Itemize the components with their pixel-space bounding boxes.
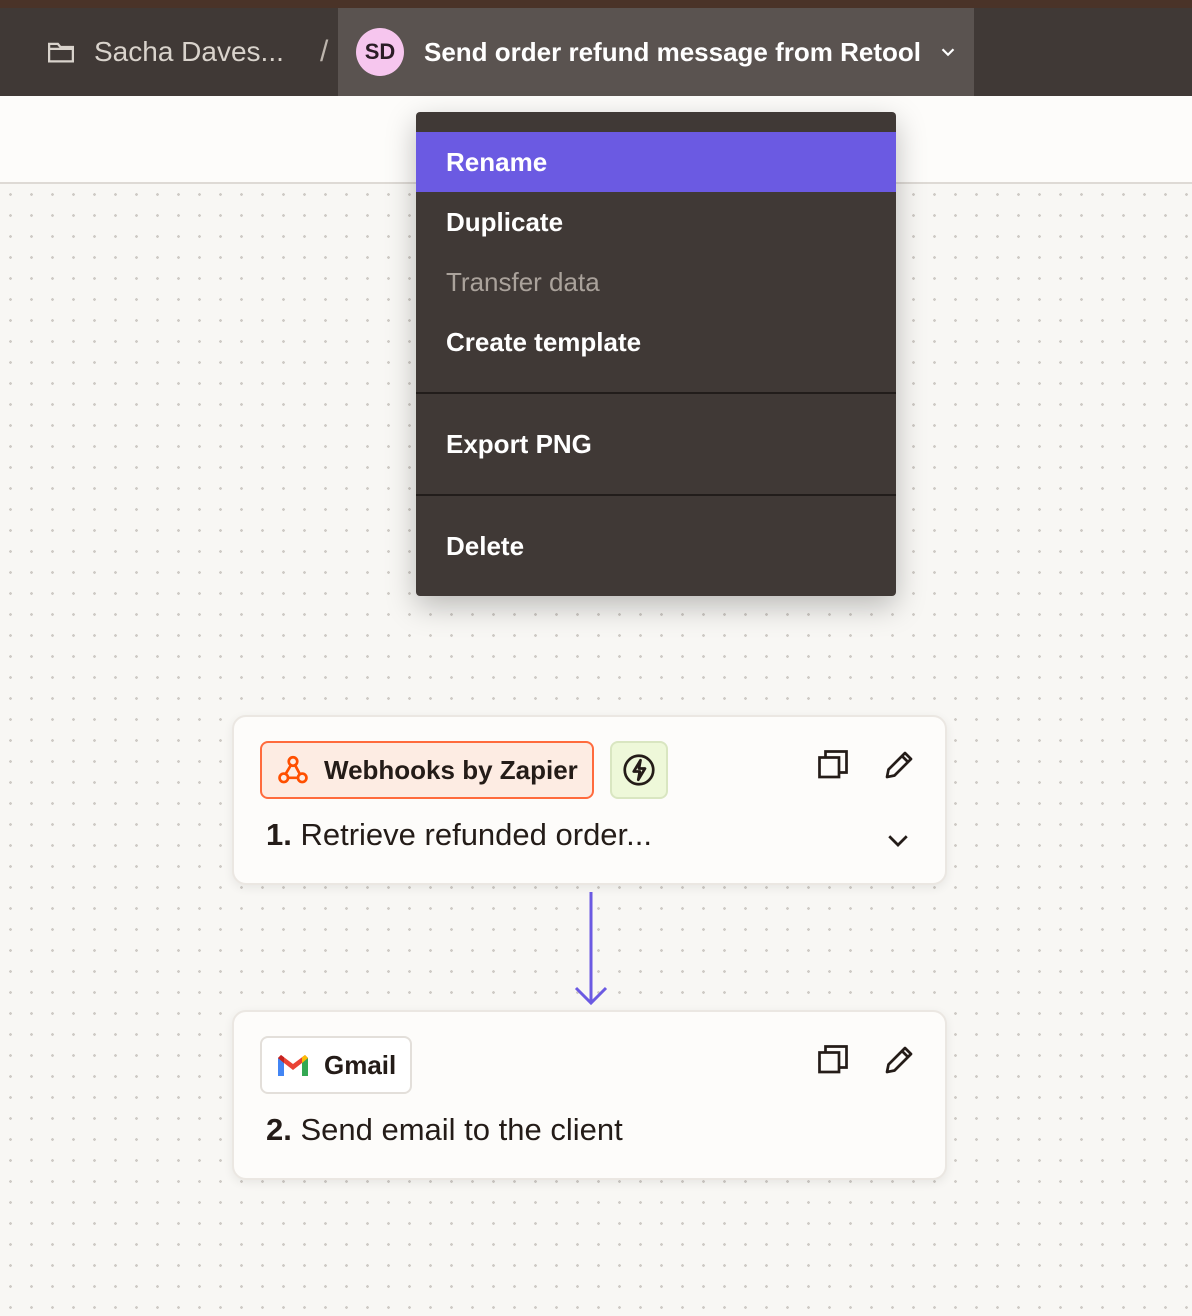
- app-badge-webhooks[interactable]: Webhooks by Zapier: [260, 741, 594, 799]
- step-title-text: Retrieve refunded order...: [300, 817, 653, 852]
- menu-divider: [416, 494, 896, 496]
- breadcrumb-folder-label: Sacha Daves...: [94, 36, 284, 67]
- zap-title-dropdown[interactable]: SD Send order refund message from Retool: [338, 8, 974, 96]
- step-card-2[interactable]: Gmail 2. Send email to the client: [232, 1010, 947, 1180]
- step-connector-arrow: [574, 892, 608, 1006]
- step-number: 1.: [266, 817, 301, 852]
- avatar: SD: [356, 28, 404, 76]
- menu-item-duplicate[interactable]: Duplicate: [416, 192, 896, 252]
- menu-item-delete[interactable]: Delete: [416, 516, 896, 576]
- app-name: Gmail: [324, 1049, 397, 1080]
- folder-icon: [48, 42, 74, 63]
- gmail-icon: [278, 1055, 308, 1076]
- breadcrumb-separator: /: [320, 35, 329, 68]
- menu-item-transfer-data: Transfer data: [446, 266, 600, 297]
- window-top-strip: [0, 0, 1192, 8]
- top-navigation-bar: Sacha Daves... / SD Send order refund me…: [0, 8, 1192, 96]
- menu-item-rename[interactable]: Rename: [416, 132, 896, 192]
- step-title: 2. Send email to the client: [266, 1112, 623, 1148]
- edit-pencil-icon[interactable]: [881, 747, 917, 783]
- menu-divider: [416, 392, 896, 394]
- chevron-down-icon: [941, 48, 955, 57]
- duplicate-icon[interactable]: [815, 747, 851, 783]
- webhook-icon: [278, 755, 308, 784]
- menu-item-export-png[interactable]: Export PNG: [416, 414, 896, 474]
- step-number: 2.: [266, 1112, 301, 1147]
- step-card-1[interactable]: Webhooks by Zapier 1. Retrieve refunded …: [232, 715, 947, 885]
- zap-title: Send order refund message from Retool: [424, 36, 921, 67]
- zap-actions-menu: Rename Duplicate Transfer data Create te…: [416, 112, 896, 596]
- breadcrumb-folder[interactable]: Sacha Daves...: [46, 8, 284, 96]
- step-title: 1. Retrieve refunded order...: [266, 817, 652, 853]
- trigger-badge: [610, 741, 668, 799]
- edit-pencil-icon[interactable]: [881, 1042, 917, 1078]
- step-title-text: Send email to the client: [300, 1112, 623, 1147]
- chevron-down-icon[interactable]: [883, 825, 913, 855]
- duplicate-icon[interactable]: [815, 1042, 851, 1078]
- lightning-bolt-icon: [623, 754, 655, 786]
- menu-item-create-template[interactable]: Create template: [416, 312, 896, 372]
- app-badge-gmail[interactable]: Gmail: [260, 1036, 413, 1094]
- app-name: Webhooks by Zapier: [324, 754, 578, 785]
